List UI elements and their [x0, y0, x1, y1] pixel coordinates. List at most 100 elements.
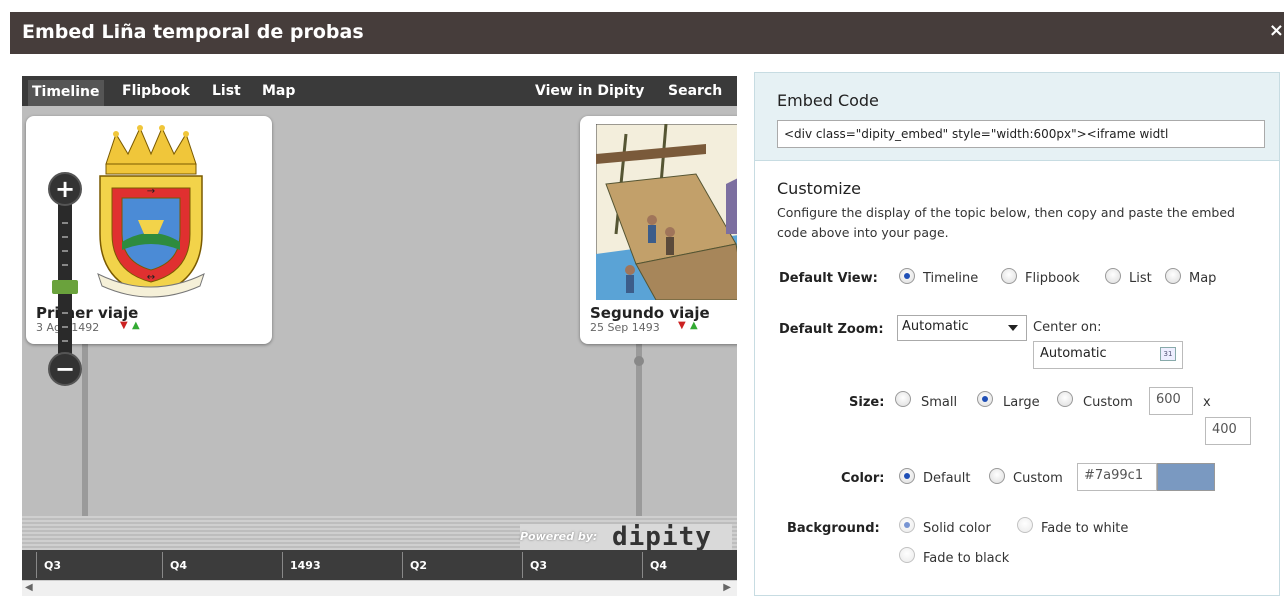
embed-code-label: Embed Code: [777, 91, 879, 110]
event-date: 25 Sep 1493: [590, 321, 660, 334]
background-option-label: Fade to black: [923, 551, 1010, 566]
custom-width-field[interactable]: 600: [1149, 387, 1193, 415]
default-zoom-select[interactable]: Automatic: [897, 315, 1027, 341]
ship-illustration-image: [596, 124, 737, 300]
color-label: Color:: [841, 471, 885, 486]
zoom-control: + −: [48, 172, 82, 388]
size-option-label: Large: [1003, 395, 1040, 410]
tab-map[interactable]: Map: [262, 83, 295, 99]
embed-code-field[interactable]: <div class="dipity_embed" style="width:6…: [777, 120, 1265, 148]
thumbs-up-icon[interactable]: ▲: [132, 320, 140, 331]
thumbs-up-icon[interactable]: ▲: [690, 320, 698, 331]
dialog-title: Embed Liña temporal de probas: [22, 21, 364, 43]
scale-tick: [642, 552, 643, 578]
view-option-label: Timeline: [923, 271, 979, 286]
view-option-label: Flipbook: [1025, 271, 1080, 286]
embed-code-section: Embed Code <div class="dipity_embed" sty…: [755, 73, 1279, 161]
default-view-label: Default View:: [779, 271, 878, 286]
coat-of-arms-image: → ↔: [97, 125, 205, 298]
background-fade-black-radio[interactable]: [899, 547, 915, 563]
embed-settings-panel: Embed Code <div class="dipity_embed" sty…: [754, 72, 1280, 596]
scale-label: Q4: [650, 559, 668, 572]
horizontal-scrollbar[interactable]: ◀ ▶: [22, 580, 737, 596]
customize-description: Configure the display of the topic below…: [777, 205, 1235, 240]
chevron-down-icon: [1008, 325, 1018, 331]
customize-heading: Customize: [777, 179, 861, 198]
scale-label: Q3: [530, 559, 548, 572]
event-marker: [634, 356, 644, 366]
scroll-left-icon[interactable]: ◀: [25, 582, 33, 593]
center-on-value: Automatic: [1040, 346, 1107, 361]
dipity-logo: dipity: [612, 522, 712, 552]
background-option-label: Solid color: [923, 521, 991, 536]
color-option-label: Custom: [1013, 471, 1063, 486]
background-option-label: Fade to white: [1041, 521, 1129, 536]
scale-tick: [162, 552, 163, 578]
scale-label: Q3: [44, 559, 62, 572]
close-icon[interactable]: ×: [1269, 20, 1284, 41]
size-small-radio[interactable]: [895, 391, 911, 407]
background-fade-white-radio[interactable]: [1017, 517, 1033, 533]
zoom-notch: [62, 326, 68, 328]
size-label: Size:: [849, 395, 885, 410]
scale-tick: [36, 552, 37, 578]
size-separator: x: [1203, 395, 1211, 410]
background-label: Background:: [787, 521, 880, 536]
svg-text:↔: ↔: [147, 272, 155, 283]
size-custom-radio[interactable]: [1057, 391, 1073, 407]
thumbs-down-icon[interactable]: ▼: [678, 320, 686, 331]
view-flipbook-radio[interactable]: [1001, 268, 1017, 284]
scale-label: Q2: [410, 559, 428, 572]
size-option-label: Small: [921, 395, 958, 410]
zoom-notch: [62, 222, 68, 224]
view-option-label: Map: [1189, 271, 1217, 286]
scale-label: Q4: [170, 559, 188, 572]
custom-height-field[interactable]: 400: [1205, 417, 1251, 445]
powered-by-text: Powered by:: [520, 530, 598, 543]
tab-timeline[interactable]: Timeline: [28, 80, 104, 106]
color-swatch[interactable]: [1157, 463, 1215, 491]
event-card-segundo-viaje[interactable]: Segundo viaje 25 Sep 1493 ▼ ▲: [580, 116, 737, 344]
calendar-icon[interactable]: 31: [1160, 347, 1176, 361]
zoom-notch: [62, 340, 68, 342]
view-tabs: Timeline Flipbook List Map View in Dipit…: [22, 76, 737, 106]
tab-list[interactable]: List: [212, 83, 241, 99]
scroll-right-icon[interactable]: ▶: [723, 582, 731, 593]
zoom-notch: [62, 312, 68, 314]
view-in-dipity-link[interactable]: View in Dipity: [535, 83, 644, 99]
center-on-label: Center on:: [1033, 320, 1102, 335]
view-map-radio[interactable]: [1165, 268, 1181, 284]
scale-tick: [282, 552, 283, 578]
zoom-notch: [62, 250, 68, 252]
time-scale[interactable]: Q3 Q4 1493 Q2 Q3 Q4: [22, 550, 737, 580]
default-zoom-label: Default Zoom:: [779, 322, 884, 337]
zoom-out-button[interactable]: −: [48, 352, 82, 386]
color-option-label: Default: [923, 471, 971, 486]
zoom-notch: [62, 264, 68, 266]
view-list-radio[interactable]: [1105, 268, 1121, 284]
timeline-preview: Timeline Flipbook List Map View in Dipit…: [22, 76, 737, 596]
zoom-notch: [62, 236, 68, 238]
center-on-field[interactable]: Automatic 31: [1033, 341, 1183, 369]
color-custom-radio[interactable]: [989, 468, 1005, 484]
scale-tick: [522, 552, 523, 578]
size-large-radio[interactable]: [977, 391, 993, 407]
dialog-title-bar: Embed Liña temporal de probas ×: [10, 12, 1284, 54]
search-link[interactable]: Search: [668, 83, 722, 99]
thumbs-down-icon[interactable]: ▼: [120, 320, 128, 331]
size-option-label: Custom: [1083, 395, 1133, 410]
zoom-slider-handle[interactable]: [52, 280, 78, 294]
default-zoom-value: Automatic: [902, 319, 969, 334]
powered-by-dipity[interactable]: Powered by: dipity: [520, 522, 732, 552]
event-stem: [82, 336, 88, 516]
svg-text:→: →: [147, 186, 155, 197]
scale-tick: [402, 552, 403, 578]
scale-label: 1493: [290, 559, 321, 572]
view-timeline-radio[interactable]: [899, 268, 915, 284]
view-option-label: List: [1129, 271, 1152, 286]
color-default-radio[interactable]: [899, 468, 915, 484]
background-solid-radio[interactable]: [899, 517, 915, 533]
zoom-in-button[interactable]: +: [48, 172, 82, 206]
custom-color-field[interactable]: #7a99c1: [1077, 463, 1157, 491]
tab-flipbook[interactable]: Flipbook: [122, 83, 190, 99]
